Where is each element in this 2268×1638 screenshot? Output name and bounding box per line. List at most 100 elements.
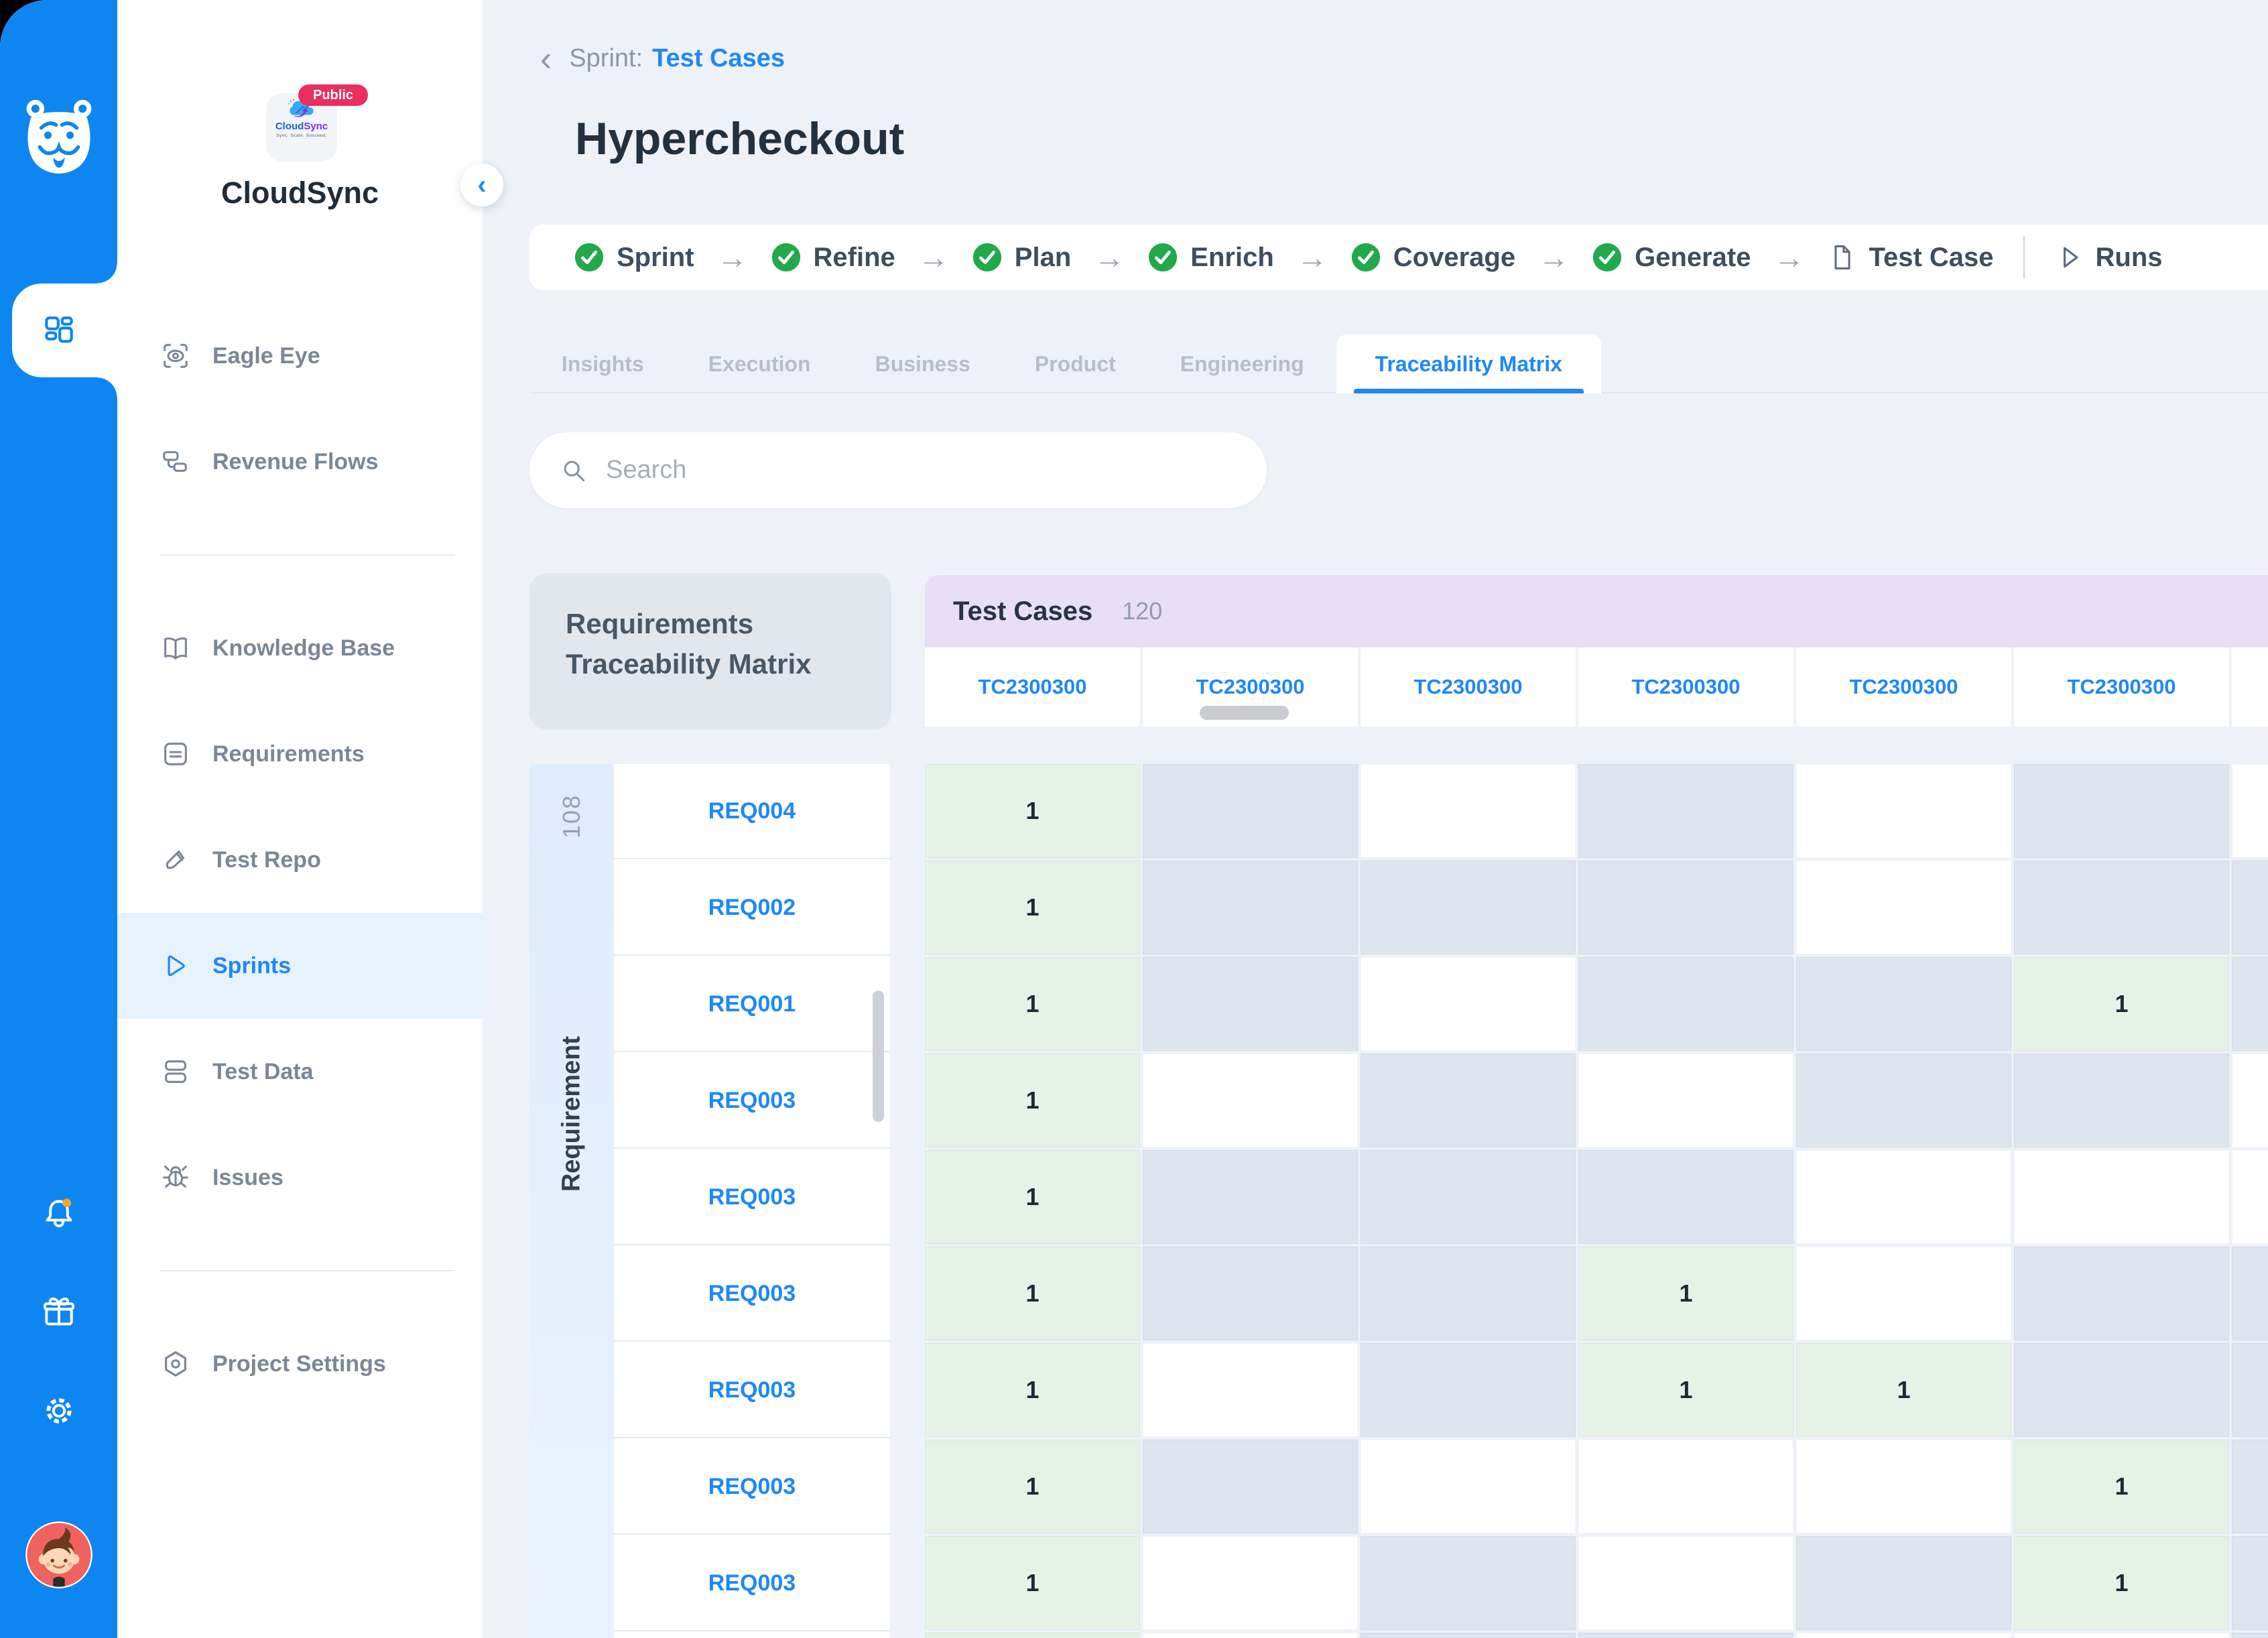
- tab-product[interactable]: Product: [1003, 334, 1148, 393]
- matrix-cell: [2014, 861, 2229, 954]
- tab-insights[interactable]: Insights: [529, 334, 676, 393]
- mascot-logo-icon[interactable]: [15, 92, 103, 181]
- matrix-cell: [1796, 861, 2011, 954]
- matrix-cell: [2232, 1247, 2268, 1340]
- requirement-link[interactable]: REQ003: [708, 1377, 796, 1403]
- step-plan[interactable]: Plan: [972, 242, 1071, 273]
- sidebar-item-requirements[interactable]: Requirements: [117, 701, 483, 807]
- test-case-link[interactable]: TC2300300: [1196, 675, 1304, 699]
- sidebar-item-revenue-flows[interactable]: Revenue Flows: [117, 409, 483, 515]
- test-case-link[interactable]: TC2300300: [1631, 675, 1740, 699]
- step-label: Sprint: [617, 243, 694, 273]
- sidebar-item-label: Issues: [212, 1165, 284, 1191]
- sidebar-item-sprints[interactable]: Sprints: [117, 913, 483, 1019]
- back-chevron-icon[interactable]: ‹: [540, 46, 552, 72]
- matrix-cell[interactable]: 1: [2014, 957, 2229, 1051]
- matrix-cell: [1143, 1150, 1358, 1244]
- matrix-cell[interactable]: 1: [925, 1247, 1140, 1340]
- sidebar-item-test-data[interactable]: Test Data: [117, 1019, 483, 1125]
- matrix-title-line2: Traceability Matrix: [566, 644, 891, 684]
- sidebar-item-test-repo[interactable]: Test Repo: [117, 807, 483, 913]
- rail-item-dashboard[interactable]: [12, 284, 117, 377]
- matrix-cell: [2014, 1343, 2229, 1437]
- test-cases-band: Test Cases 120: [925, 575, 2268, 647]
- matrix-cell: [1796, 1536, 2011, 1630]
- test-case-link[interactable]: TC2300300: [1849, 675, 1958, 699]
- user-avatar[interactable]: [24, 1520, 94, 1590]
- tab-engineering[interactable]: Engineering: [1148, 334, 1336, 393]
- matrix-cell[interactable]: 1: [925, 1054, 1140, 1147]
- test-case-file-icon: [1828, 243, 1857, 272]
- sidebar-item-label: Knowledge Base: [212, 635, 395, 662]
- vertical-scrollbar-thumb[interactable]: [873, 991, 884, 1122]
- step-sprint[interactable]: Sprint: [574, 242, 694, 273]
- step-label: Runs: [2096, 243, 2163, 273]
- test-cases-count: 120: [1122, 597, 1162, 625]
- step-coverage[interactable]: Coverage: [1350, 242, 1515, 273]
- breadcrumb-label: Sprint:: [569, 44, 643, 73]
- primary-rail: [0, 0, 117, 1638]
- matrix-cell[interactable]: 1: [925, 957, 1140, 1051]
- test-case-link[interactable]: TC2300300: [2067, 675, 2176, 699]
- tab-bar: InsightsExecutionBusinessProductEngineer…: [529, 334, 2268, 393]
- breadcrumb: ‹ Sprint: Test Cases: [540, 44, 785, 73]
- step-runs[interactable]: Runs: [2054, 243, 2163, 273]
- sidebar-collapse-button[interactable]: ‹: [460, 164, 503, 206]
- matrix-cell[interactable]: 1: [2014, 1536, 2229, 1630]
- sidebar-item-knowledge-base[interactable]: Knowledge Base: [117, 595, 483, 701]
- matrix-cell: [1143, 1440, 1358, 1533]
- requirement-link[interactable]: REQ002: [708, 895, 796, 921]
- requirement-link[interactable]: REQ003: [708, 1088, 796, 1114]
- step-generate[interactable]: Generate: [1592, 242, 1751, 273]
- requirement-link[interactable]: REQ003: [708, 1570, 796, 1596]
- test-case-link[interactable]: TC2300300: [1413, 675, 1522, 699]
- requirement-link[interactable]: REQ003: [708, 1184, 796, 1210]
- horizontal-scrollbar-thumb[interactable]: [1200, 706, 1289, 720]
- sidebar-item-issues[interactable]: Issues: [117, 1125, 483, 1231]
- step-enrich[interactable]: Enrich: [1147, 242, 1273, 273]
- logo-tagline: Sync. Scale. Succeed.: [266, 133, 337, 138]
- matrix-cell: [1143, 1343, 1358, 1437]
- matrix-cell[interactable]: 1: [925, 764, 1140, 858]
- gift-icon[interactable]: [40, 1294, 78, 1331]
- requirement-link[interactable]: REQ003: [708, 1281, 796, 1307]
- breadcrumb-link[interactable]: Test Cases: [652, 44, 785, 73]
- sidebar-menu: Eagle EyeRevenue Flows Knowledge Base Requ…: [117, 303, 483, 1417]
- gear-icon[interactable]: [40, 1392, 78, 1430]
- matrix-cell[interactable]: 1: [925, 1343, 1140, 1437]
- bug-icon: [160, 1162, 191, 1193]
- matrix-cell[interactable]: 1: [1578, 1247, 1793, 1340]
- tab-business[interactable]: Business: [843, 334, 1003, 393]
- matrix-cell[interactable]: 1: [925, 1440, 1140, 1533]
- requirement-row: REQ003: [614, 1247, 890, 1342]
- search-icon: [559, 456, 588, 485]
- arrow-right-icon: →: [717, 239, 748, 275]
- matrix-cell: [1361, 1440, 1576, 1533]
- sidebar-item-label: Project Settings: [212, 1351, 386, 1377]
- test-case-link[interactable]: TC2300300: [978, 675, 1086, 699]
- matrix-cell: [2014, 1054, 2229, 1147]
- matrix-cell[interactable]: 1: [2014, 1440, 2229, 1533]
- matrix-cell: [1361, 957, 1576, 1051]
- matrix-cell[interactable]: 1: [925, 1150, 1140, 1244]
- matrix-cell[interactable]: 1: [925, 1633, 1140, 1638]
- matrix-cell[interactable]: 1: [925, 1536, 1140, 1630]
- matrix-cell: [1578, 1054, 1793, 1147]
- requirement-link[interactable]: REQ004: [708, 798, 796, 824]
- bell-icon[interactable]: [40, 1194, 78, 1232]
- tab-execution[interactable]: Execution: [676, 334, 843, 393]
- requirement-link[interactable]: REQ003: [708, 1474, 796, 1500]
- matrix-cell[interactable]: 1: [1796, 1343, 2011, 1437]
- matrix-cell: [1796, 1054, 2011, 1147]
- sidebar-item-eagle-eye[interactable]: Eagle Eye: [117, 303, 483, 409]
- stack-icon: [160, 1056, 191, 1087]
- search-input[interactable]: [606, 456, 1237, 485]
- step-refine[interactable]: Refine: [771, 242, 895, 273]
- sidebar-item-project-settings[interactable]: Project Settings: [117, 1311, 483, 1417]
- tab-traceability-matrix[interactable]: Traceability Matrix: [1336, 334, 1601, 393]
- step-test-case[interactable]: Test Case: [1828, 243, 1994, 273]
- requirement-link[interactable]: REQ001: [708, 991, 796, 1017]
- matrix-cell[interactable]: 1: [1578, 1343, 1793, 1437]
- matrix-cell[interactable]: 1: [925, 861, 1140, 954]
- flow-icon: [160, 446, 191, 477]
